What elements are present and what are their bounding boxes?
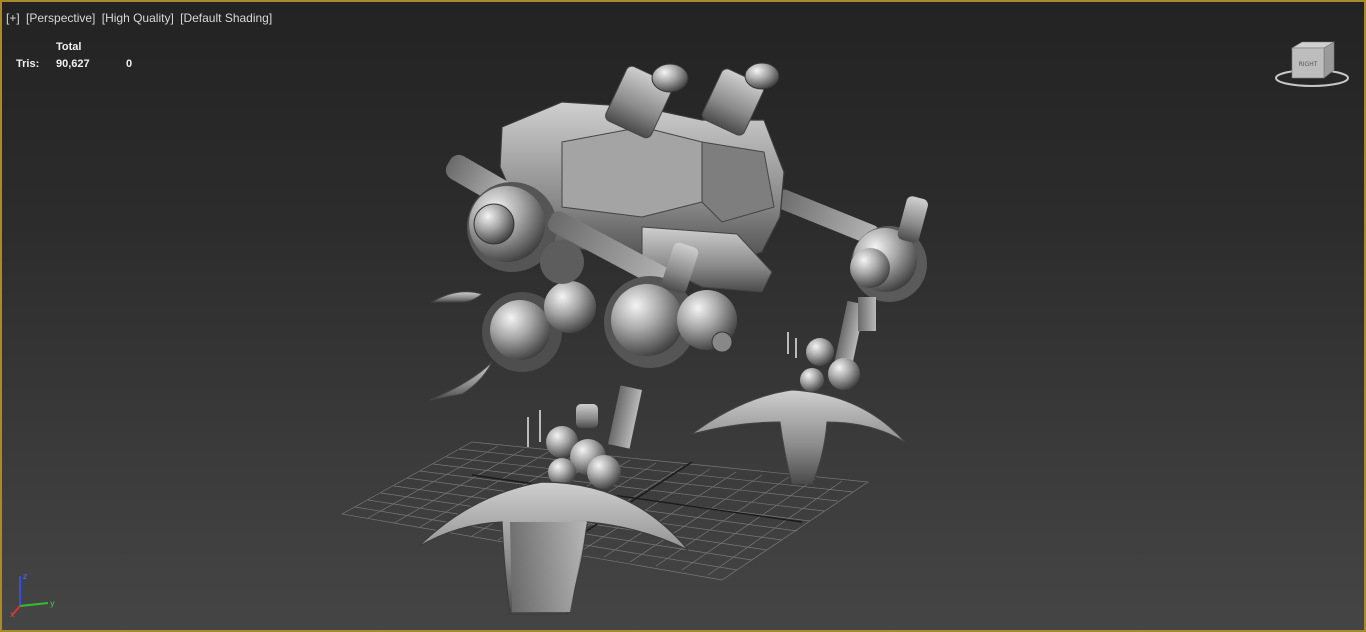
scene-render[interactable]: [2, 2, 1364, 630]
viewport-perspective[interactable]: [+] [Perspective] [High Quality] [Defaul…: [0, 0, 1366, 632]
axis-tripod: z y x: [10, 572, 55, 618]
axis-z-label: z: [23, 572, 27, 581]
axis-y-label: y: [50, 599, 55, 608]
viewcube-face-label: RIGHT: [1299, 61, 1318, 68]
mech-robot-model: [417, 62, 928, 615]
axis-x-label: x: [10, 610, 15, 618]
axis-y-line: [19, 602, 49, 607]
viewcube-widget[interactable]: RIGHT: [1272, 40, 1352, 92]
